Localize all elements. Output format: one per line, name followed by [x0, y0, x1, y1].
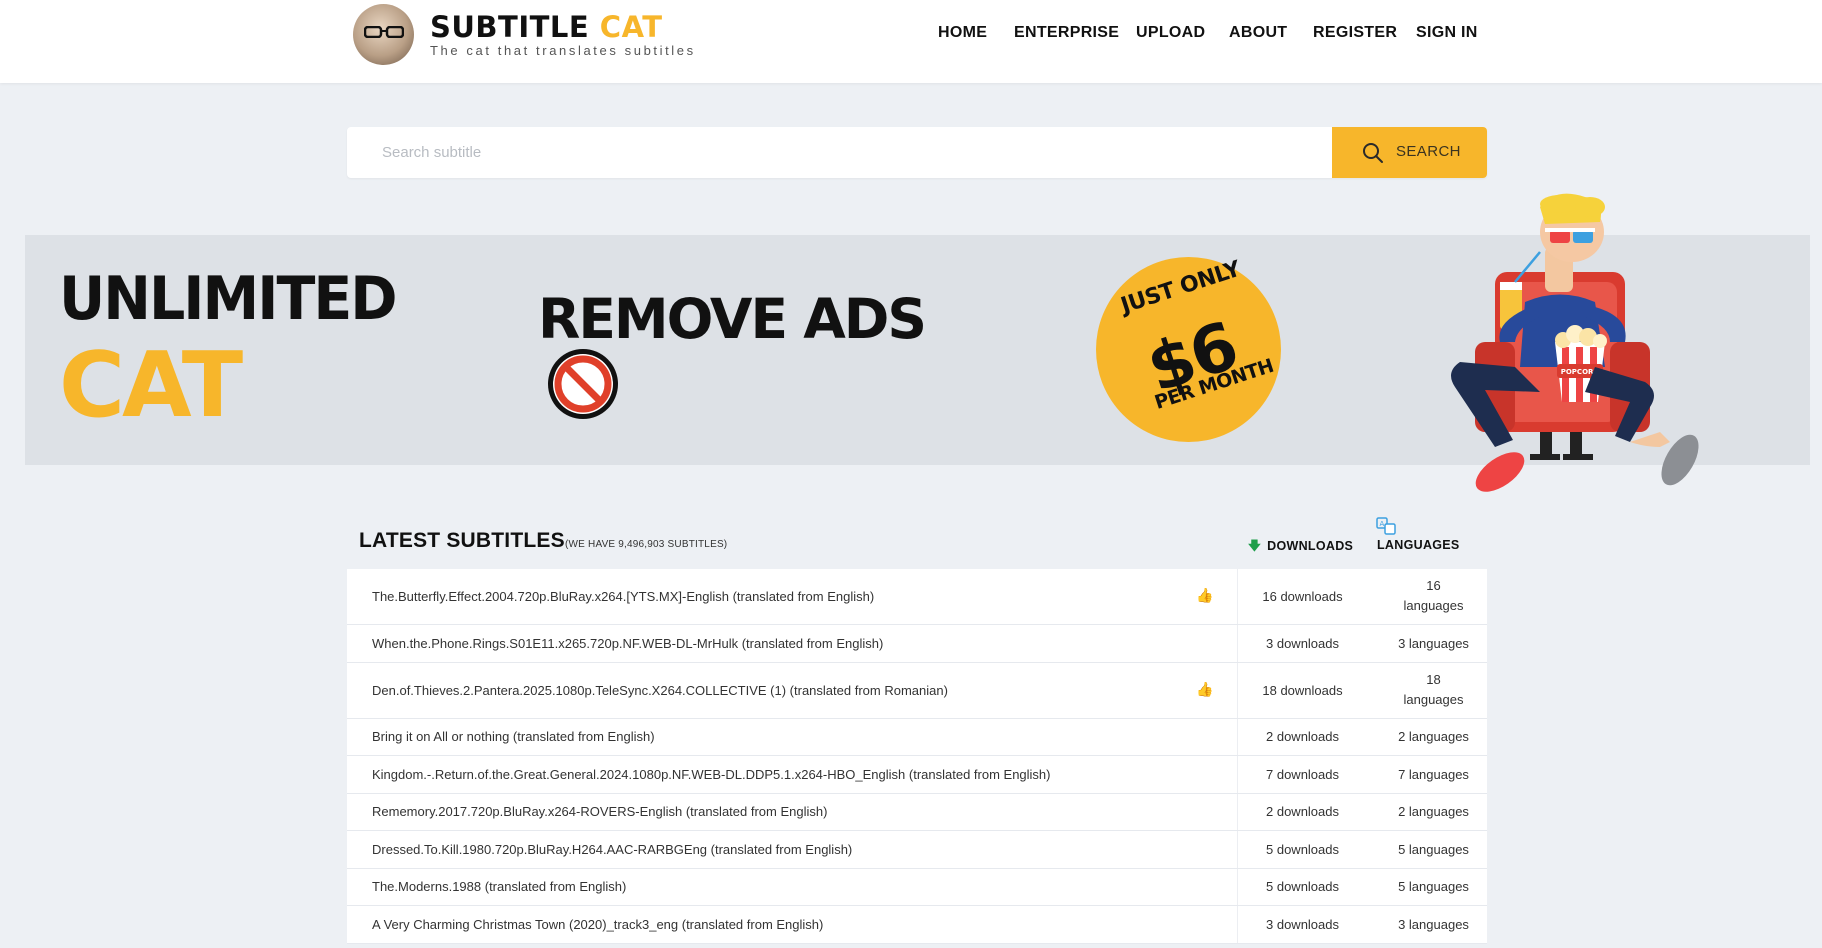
download-count: 5 downloads	[1266, 879, 1339, 894]
logo-title[interactable]: SUBTITLE CAT	[430, 10, 663, 44]
nav-home[interactable]: HOME	[938, 24, 987, 42]
nav-upload[interactable]: UPLOAD	[1136, 24, 1205, 42]
download-count: 3 downloads	[1266, 636, 1339, 651]
logo-subtitle: The cat that translates subtitles	[430, 43, 696, 58]
svg-text:A: A	[1380, 520, 1385, 528]
language-count-number: 18	[1426, 672, 1441, 687]
language-count: 5 languages	[1398, 842, 1469, 857]
language-count-unit: languages	[1403, 692, 1464, 707]
subtitle-list: The.Butterfly.Effect.2004.720p.BluRay.x2…	[347, 569, 1487, 944]
cat-avatar-icon[interactable]	[353, 4, 414, 65]
subtitle-name[interactable]: Bring it on All or nothing (translated f…	[372, 729, 655, 744]
table-row[interactable]: Kingdom.-.Return.of.the.Great.General.20…	[347, 756, 1487, 794]
site-header: SUBTITLE CAT The cat that translates sub…	[0, 0, 1822, 83]
logo-title-main: SUBTITLE	[430, 10, 600, 44]
download-count: 18 downloads	[1262, 683, 1343, 698]
subtitle-name[interactable]: Rememory.2017.720p.BluRay.x264-ROVERS-En…	[372, 804, 827, 819]
row-divider	[1237, 756, 1238, 793]
row-divider	[1237, 663, 1238, 718]
nav-enterprise[interactable]: ENTERPRISE	[1014, 24, 1119, 42]
banner-cat: CAT	[59, 333, 243, 438]
subtitle-name[interactable]: When.the.Phone.Rings.S01E11.x265.720p.NF…	[372, 636, 883, 651]
downloads-column-label: DOWNLOADS	[1267, 539, 1354, 553]
table-row[interactable]: Den.of.Thieves.2.Pantera.2025.1080p.Tele…	[347, 663, 1487, 719]
logo-title-accent: CAT	[599, 10, 663, 44]
search-input[interactable]	[347, 127, 1331, 178]
download-count: 5 downloads	[1266, 842, 1339, 857]
subtitle-name[interactable]: Kingdom.-.Return.of.the.Great.General.20…	[372, 767, 1051, 782]
price-top: JUST ONLY	[1118, 256, 1244, 319]
download-count: 2 downloads	[1266, 804, 1339, 819]
language-count: 3 languages	[1398, 917, 1469, 932]
nav-about[interactable]: ABOUT	[1229, 24, 1287, 42]
download-count: 7 downloads	[1266, 767, 1339, 782]
language-count-number: 16	[1426, 578, 1441, 593]
language-count: 3 languages	[1398, 636, 1469, 651]
row-divider	[1237, 625, 1238, 662]
language-count: 2 languages	[1398, 729, 1469, 744]
price-badge: JUST ONLY $6 PER MONTH	[1096, 257, 1281, 442]
table-row[interactable]: When.the.Phone.Rings.S01E11.x265.720p.NF…	[347, 625, 1487, 663]
subtitle-count: (WE HAVE 9,496,903 SUBTITLES)	[565, 539, 728, 550]
language-count: 16 languages	[1390, 576, 1477, 616]
latest-subtitles-title: LATEST SUBTITLES	[359, 529, 565, 552]
nav-register[interactable]: REGISTER	[1313, 24, 1397, 42]
subtitle-name[interactable]: A Very Charming Christmas Town (2020)_tr…	[372, 917, 823, 932]
download-arrow-icon: 🡇	[1248, 539, 1262, 553]
subtitle-name[interactable]: Den.of.Thieves.2.Pantera.2025.1080p.Tele…	[372, 683, 948, 698]
banner-remove-ads: REMOVE ADS	[538, 287, 927, 351]
language-count: 7 languages	[1398, 767, 1469, 782]
subtitle-name[interactable]: The.Moderns.1988 (translated from Englis…	[372, 879, 626, 894]
table-row[interactable]: A Very Charming Christmas Town (2020)_tr…	[347, 906, 1487, 944]
translate-icon: A	[1376, 517, 1396, 535]
banner-unlimited: UNLIMITED	[59, 264, 398, 334]
language-count: 18 languages	[1390, 670, 1477, 710]
table-row[interactable]: Rememory.2017.720p.BluRay.x264-ROVERS-En…	[347, 794, 1487, 831]
nav-sign-in[interactable]: SIGN IN	[1416, 24, 1478, 42]
table-row[interactable]: Dressed.To.Kill.1980.720p.BluRay.H264.AA…	[347, 831, 1487, 869]
language-count: 5 languages	[1398, 879, 1469, 894]
languages-column-header[interactable]: LANGUAGES	[1377, 538, 1460, 552]
row-divider	[1237, 831, 1238, 868]
row-divider	[1237, 569, 1238, 624]
language-count-unit: languages	[1403, 598, 1464, 613]
row-divider	[1237, 719, 1238, 755]
table-row[interactable]: Bring it on All or nothing (translated f…	[347, 719, 1487, 756]
row-divider	[1237, 869, 1238, 905]
no-entry-icon	[548, 349, 618, 419]
downloads-column-header[interactable]: 🡇 DOWNLOADS	[1248, 537, 1353, 558]
table-row[interactable]: The.Butterfly.Effect.2004.720p.BluRay.x2…	[347, 569, 1487, 625]
thumbs-up-icon: 👍	[1196, 587, 1214, 603]
download-count: 16 downloads	[1262, 589, 1343, 604]
moviegoer-illustration: POPCORN	[1451, 193, 1699, 492]
search-icon	[1363, 143, 1383, 163]
table-row[interactable]: The.Moderns.1988 (translated from Englis…	[347, 869, 1487, 906]
download-count: 2 downloads	[1266, 729, 1339, 744]
search-button-label: SEARCH	[1396, 143, 1461, 160]
search-button[interactable]: SEARCH	[1332, 127, 1487, 178]
row-divider	[1237, 906, 1238, 943]
search-bar: SEARCH	[347, 127, 1487, 178]
language-count: 2 languages	[1398, 804, 1469, 819]
subtitle-name[interactable]: The.Butterfly.Effect.2004.720p.BluRay.x2…	[372, 589, 874, 604]
download-count: 3 downloads	[1266, 917, 1339, 932]
thumbs-up-icon: 👍	[1196, 681, 1214, 697]
row-divider	[1237, 794, 1238, 830]
subtitle-name[interactable]: Dressed.To.Kill.1980.720p.BluRay.H264.AA…	[372, 842, 852, 857]
